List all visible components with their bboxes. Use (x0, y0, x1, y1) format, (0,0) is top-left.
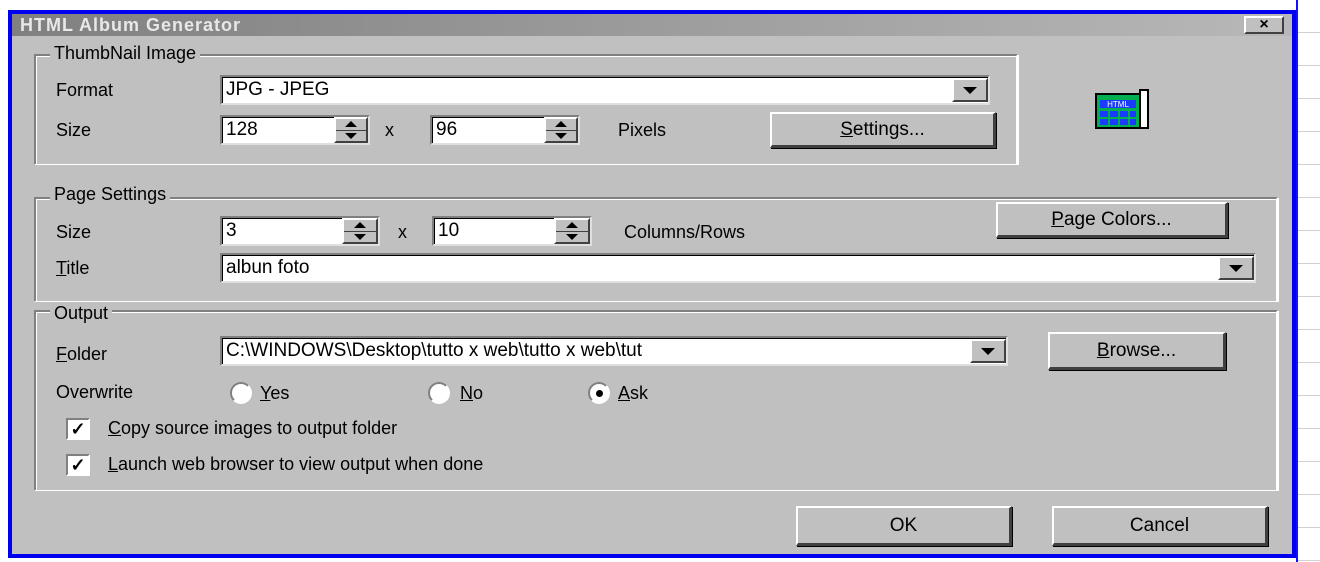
copy-source-checkbox[interactable]: ✓ (66, 418, 90, 440)
spin-down-icon (345, 133, 357, 139)
settings-button[interactable]: Settings... (770, 112, 996, 148)
browse-button[interactable]: Browse... (1048, 332, 1226, 370)
cancel-button[interactable]: Cancel (1052, 506, 1268, 546)
window-title: HTML Album Generator (20, 15, 242, 35)
title-bar[interactable]: HTML Album Generator × (12, 14, 1292, 36)
overwrite-no-radio[interactable] (428, 382, 450, 404)
spin-up-icon (555, 121, 567, 127)
launch-browser-checkbox[interactable]: ✓ (66, 454, 90, 476)
folder-dropdown-button[interactable] (970, 339, 1006, 363)
pixels-label: Pixels (618, 120, 667, 140)
radio-selected-dot (596, 390, 603, 397)
html-document-icon: HTML (1095, 89, 1149, 129)
columns-spinner[interactable] (342, 218, 378, 244)
columns-rows-label: Columns/Rows (624, 222, 746, 242)
overwrite-yes-radio[interactable] (230, 382, 252, 404)
chevron-down-icon (963, 86, 977, 94)
page-colors-button[interactable]: Page Colors... (996, 202, 1228, 238)
format-label: Format (56, 80, 114, 100)
rows-spinner[interactable] (554, 218, 590, 244)
rows-value: 10 (438, 220, 460, 241)
ok-button[interactable]: OK (796, 506, 1012, 546)
title-dropdown-button[interactable] (1218, 256, 1254, 280)
output-group-label: Output (50, 303, 113, 324)
spin-down-icon (566, 234, 578, 240)
overwrite-ask-radio[interactable] (588, 382, 610, 404)
format-value: JPG - JPEG (226, 79, 330, 100)
title-combo[interactable]: albun foto (220, 253, 1256, 283)
thumb-height-value: 96 (436, 119, 458, 140)
spin-up-icon (354, 222, 366, 228)
overwrite-ask-label[interactable]: Ask (618, 383, 648, 404)
thumb-times-label: x (385, 120, 394, 140)
spin-down-icon (555, 133, 567, 139)
format-combo[interactable]: JPG - JPEG (220, 75, 990, 105)
background-top (0, 0, 1320, 6)
thumb-width-spinner[interactable] (334, 117, 368, 143)
background-spreadsheet (1296, 0, 1320, 562)
spin-down-icon (354, 234, 366, 240)
folder-combo[interactable]: C:\WINDOWS\Desktop\tutto x web\tutto x w… (220, 336, 1008, 366)
spin-up-icon (345, 121, 357, 127)
folder-label: Folder (56, 344, 108, 364)
thumb-size-label: Size (56, 120, 92, 140)
close-button[interactable]: × (1244, 16, 1284, 34)
overwrite-yes-label[interactable]: Yes (260, 383, 289, 404)
thumb-width-value: 128 (226, 119, 258, 140)
thumbnail-group-label: ThumbNail Image (50, 43, 201, 64)
spin-up-icon (566, 222, 578, 228)
album-generator-dialog: HTML Album Generator × ThumbNail Image F… (8, 10, 1296, 558)
copy-source-label[interactable]: Copy source images to output folder (108, 418, 397, 439)
overwrite-no-label[interactable]: No (460, 383, 483, 404)
chevron-down-icon (1229, 264, 1243, 272)
folder-value: C:\WINDOWS\Desktop\tutto x web\tutto x w… (226, 340, 643, 361)
page-times-label: x (398, 222, 407, 242)
format-dropdown-button[interactable] (952, 78, 988, 102)
title-value: albun foto (226, 257, 310, 278)
page-size-label: Size (56, 222, 92, 242)
page-settings-label: Page Settings (50, 184, 171, 205)
launch-browser-label[interactable]: Launch web browser to view output when d… (108, 454, 483, 475)
html-icon-text: HTML (1107, 100, 1129, 109)
overwrite-label: Overwrite (56, 382, 134, 402)
chevron-down-icon (981, 347, 995, 355)
thumb-height-spinner[interactable] (544, 117, 578, 143)
title-label: Title (56, 258, 90, 278)
columns-value: 3 (226, 220, 237, 241)
